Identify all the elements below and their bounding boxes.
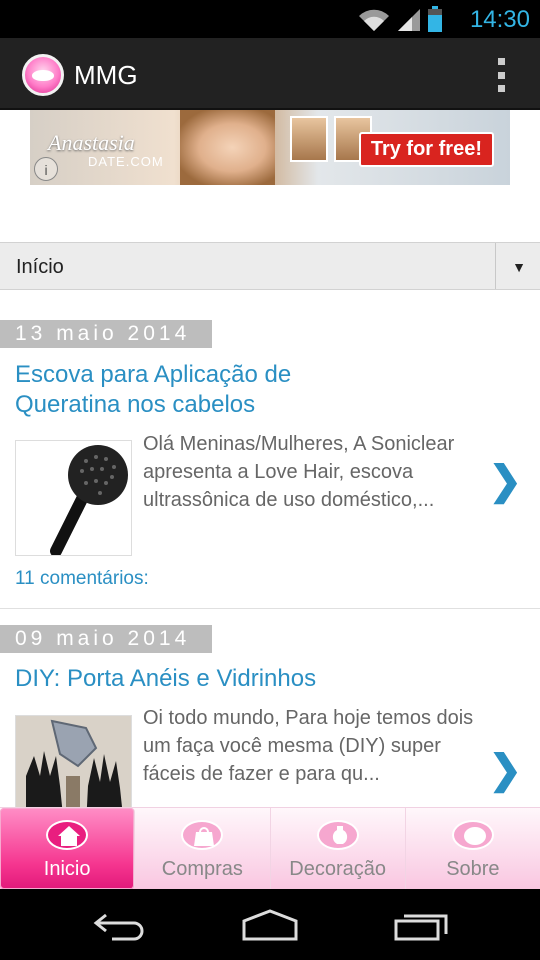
app-logo-icon[interactable] (22, 54, 64, 96)
tab-inicio[interactable]: Inicio (0, 808, 136, 889)
post-excerpt: Olá Meninas/Mulheres, A Soniclear aprese… (143, 433, 455, 511)
post-date: 13 maio 2014 (0, 320, 212, 348)
post-comments-link[interactable]: 11 comentários: (15, 568, 149, 590)
signal-icon (398, 9, 420, 31)
tab-sobre[interactable]: Sobre (406, 808, 540, 889)
battery-icon (428, 6, 442, 32)
chevron-right-icon[interactable]: ❯ (488, 458, 522, 504)
chevron-right-icon[interactable]: ❯ (488, 747, 522, 793)
ad-cta-button[interactable]: Try for free! (358, 132, 494, 167)
post-thumbnail[interactable] (15, 440, 132, 556)
post-excerpt: Oi todo mundo, Para hoje temos dois um f… (143, 707, 474, 785)
system-navigation-bar (0, 889, 540, 960)
post-title[interactable]: DIY: Porta Anéis e Vidrinhos (15, 664, 435, 694)
recent-apps-icon[interactable] (392, 907, 452, 943)
overflow-menu-icon[interactable] (496, 58, 506, 92)
shopping-bag-icon (181, 820, 224, 850)
wifi-icon (359, 9, 389, 32)
tab-label: Compras (161, 858, 243, 880)
category-spinner[interactable]: Início ▼ (0, 242, 540, 290)
post-item[interactable]: 09 maio 2014 DIY: Porta Anéis e Vidrinho… (0, 625, 540, 807)
ad-brand: Anastasia (48, 130, 135, 155)
app-title: MMG (74, 60, 138, 90)
post-title[interactable]: Escova para Aplicação de Queratina nos c… (15, 360, 355, 420)
home-button-icon[interactable] (240, 907, 300, 943)
tab-label: Inicio (43, 858, 91, 880)
bottom-tab-bar: Inicio Compras Decoração Sobre (0, 807, 540, 889)
tab-compras[interactable]: Compras (135, 808, 271, 889)
spinner-value: Início (16, 256, 64, 278)
tab-label: Decoração (289, 858, 386, 880)
ad-banner[interactable]: Anastasia DATE.COM Try for free! i (30, 110, 510, 185)
dropdown-arrow-icon[interactable]: ▼ (512, 259, 526, 275)
vase-icon (316, 820, 359, 850)
back-icon[interactable] (92, 907, 148, 943)
status-icons (358, 6, 442, 32)
clock: 14:30 (469, 6, 530, 33)
tab-label: Sobre (446, 858, 500, 880)
post-date: 09 maio 2014 (0, 625, 212, 653)
ad-info-icon[interactable]: i (34, 157, 58, 181)
lips-icon (451, 820, 494, 850)
spinner-divider (495, 243, 496, 289)
hairbrush-image (16, 441, 131, 555)
tab-decoracao[interactable]: Decoração (271, 808, 406, 889)
post-thumbnail[interactable] (15, 715, 132, 807)
ad-photo (180, 110, 275, 185)
status-bar: 14:30 (0, 0, 540, 38)
post-item[interactable]: 13 maio 2014 Escova para Aplicação de Qu… (0, 320, 540, 608)
action-bar: MMG (0, 38, 540, 110)
home-icon (46, 820, 89, 850)
ring-holder-image (16, 716, 131, 807)
ad-brand-sub: DATE.COM (88, 154, 164, 169)
post-separator (0, 608, 540, 609)
